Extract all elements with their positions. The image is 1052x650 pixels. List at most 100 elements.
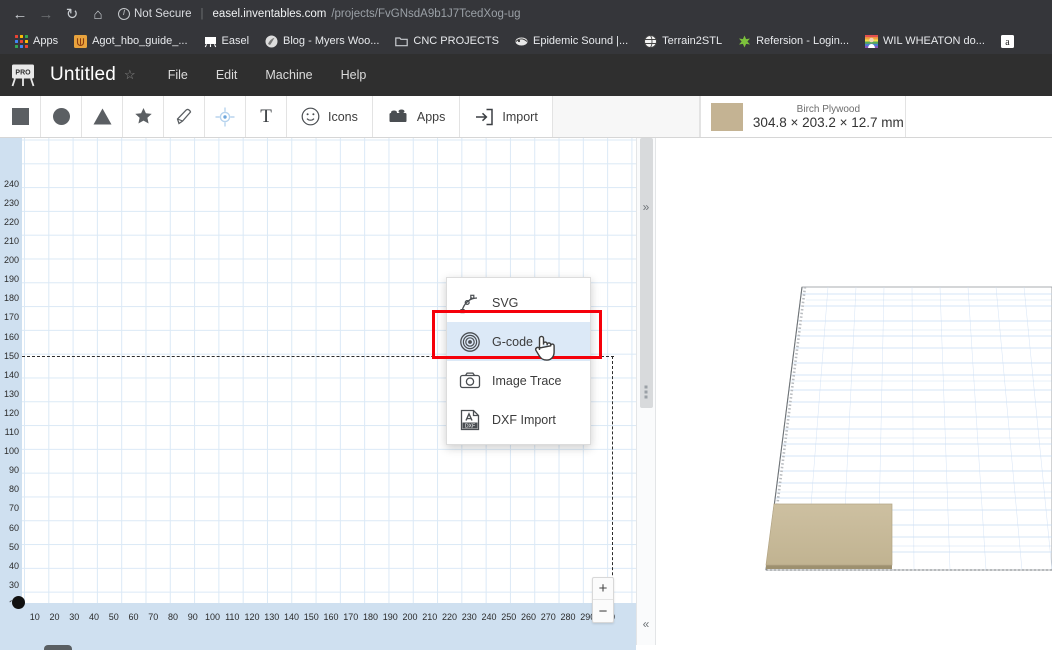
import-tool[interactable]: Import [460, 96, 553, 137]
icons-tool[interactable]: Icons [287, 96, 373, 137]
ruler-tick-v: 50 [8, 541, 19, 552]
app-header: PRO Untitled ☆ File Edit Machine Help [0, 54, 1052, 96]
bookmark-refersion[interactable]: Refersion - Login... [730, 30, 857, 52]
ruler-tick-h: 250 [501, 612, 517, 622]
ruler-tick-v: 130 [3, 388, 19, 399]
ruler-tick-h: 200 [402, 612, 418, 622]
import-menu-label: DXF Import [492, 412, 556, 427]
ruler-tick-v: 150 [3, 350, 19, 361]
import-menu-item-gcode[interactable]: G-code [447, 322, 590, 361]
collapse-preview-button[interactable]: « [637, 617, 655, 631]
ruler-tick-v: 240 [3, 178, 19, 189]
circle-icon [52, 108, 70, 125]
ruler-tick-h: 50 [108, 612, 119, 622]
bookmark-epidemic-sound[interactable]: Epidemic Sound |... [507, 30, 636, 52]
zoom-out-button[interactable]: − [593, 600, 613, 622]
import-menu-label: Image Trace [492, 373, 562, 388]
dxf-file-icon: DXF [460, 409, 480, 430]
star-tool[interactable] [123, 96, 164, 137]
ruler-tick-v: 100 [3, 446, 19, 457]
pane-divider[interactable]: » « [636, 138, 656, 645]
drill-tool[interactable] [205, 96, 246, 137]
bookmark-wil-wheaton[interactable]: WIL WHEATON do... [857, 30, 993, 52]
text-tool[interactable]: T [246, 96, 287, 137]
zoom-in-button[interactable]: + [593, 578, 613, 600]
triangle-tool[interactable] [82, 96, 123, 137]
canvas-scrollbar-thumb[interactable] [640, 138, 653, 408]
ruler-tick-h: 40 [88, 612, 100, 622]
material-slab[interactable] [765, 503, 893, 569]
material-swatch [710, 102, 743, 131]
origin-point[interactable] [12, 596, 25, 609]
material-info-chip[interactable]: Birch Plywood 304.8 × 203.2 × 12.7 mm [699, 96, 905, 137]
forward-icon[interactable]: → [34, 2, 58, 26]
ruler-tick-h: 60 [128, 612, 139, 622]
ruler-tick-v: 60 [8, 522, 19, 533]
menu-machine[interactable]: Machine [251, 62, 326, 88]
bottom-right-filler [636, 645, 1052, 650]
workspace: 240 230 220 210 200 190 180 170 160 150 140 130 120 1… [0, 138, 1052, 645]
address-bar[interactable]: Not Secure | easel.inventables.com/proje… [118, 3, 1044, 25]
bookmark-agot[interactable]: Agot_hbo_guide_... [66, 30, 195, 52]
browser-nav-bar: ← → ↻ ⌂ Not Secure | easel.inventables.c… [0, 0, 1052, 28]
ruler-tick-v: 220 [3, 216, 19, 227]
preview-scene[interactable] [656, 138, 1052, 645]
apps-tool[interactable]: Apps [372, 96, 461, 137]
import-menu-item-dxf[interactable]: DXF DXF Import [447, 400, 590, 439]
pen-tool[interactable] [164, 96, 205, 137]
favorite-star-icon[interactable]: ☆ [124, 67, 136, 83]
import-menu-item-svg[interactable]: SVG [447, 283, 590, 322]
bookmark-label: Easel [221, 35, 250, 47]
square-icon [11, 108, 29, 125]
bookmark-amazon[interactable]: a [993, 30, 1022, 52]
bookmark-apps[interactable]: Apps [7, 30, 66, 52]
bottom-strip [0, 645, 1052, 650]
divider-drag-handle[interactable] [644, 385, 648, 398]
ruler-tick-h: 140 [283, 612, 300, 622]
reload-icon[interactable]: ↻ [60, 2, 84, 26]
bookmark-easel[interactable]: Easel [196, 30, 258, 52]
square-tool[interactable] [0, 96, 41, 137]
ruler-tick-h: 220 [441, 612, 458, 622]
import-dropdown-menu[interactable]: SVG G-code Image Trace DXF DXF Import [446, 277, 591, 445]
menu-file[interactable]: File [154, 62, 202, 88]
logo-text: PRO [15, 70, 31, 77]
ruler-tick-v: 210 [3, 236, 19, 246]
ruler-tick-h: 230 [461, 612, 477, 622]
ruler-tick-h: 180 [362, 612, 379, 622]
import-menu-item-image-trace[interactable]: Image Trace [447, 361, 590, 400]
back-icon[interactable]: ← [8, 2, 32, 26]
home-icon[interactable]: ⌂ [86, 2, 110, 26]
bookmark-label: Apps [33, 35, 59, 47]
avatar-favicon [865, 34, 879, 48]
project-title[interactable]: Untitled [50, 64, 116, 86]
three-d-preview-pane[interactable] [656, 138, 1052, 645]
star-icon [134, 108, 152, 124]
horizontal-ruler: 10 20 30 40 50 60 70 80 90 100 110 120 130 140 150 160 1… [0, 603, 636, 645]
bookmark-blog[interactable]: Blog - Myers Woo... [257, 30, 387, 52]
vertical-ruler: 240 230 220 210 200 190 180 170 160 150 140 130 120 1… [0, 138, 22, 645]
apps-grid-icon [15, 34, 28, 48]
expand-preview-button[interactable]: » [637, 200, 655, 214]
bookmark-label: CNC PROJECTS [413, 35, 499, 47]
menu-edit[interactable]: Edit [202, 62, 252, 88]
ruler-tick-v: 70 [8, 503, 19, 514]
easel-pro-logo-icon[interactable]: PRO [10, 63, 36, 87]
bookmark-terrain2stl[interactable]: Terrain2STL [636, 30, 730, 52]
ruler-tick-v: 110 [4, 427, 19, 437]
omnibox-separator: | [200, 8, 204, 20]
security-status[interactable]: Not Secure [118, 7, 192, 20]
bookmark-cnc-projects[interactable]: CNC PROJECTS [387, 30, 507, 52]
ruler-tick-v: 180 [3, 293, 19, 304]
apps-label: Apps [416, 109, 446, 124]
menu-help[interactable]: Help [327, 62, 381, 88]
bottom-object-handle[interactable] [44, 645, 72, 650]
bookmark-label: WIL WHEATON do... [883, 35, 985, 47]
target-crosshair-icon [215, 107, 235, 126]
circle-tool[interactable] [41, 96, 82, 137]
ruler-tick-v: 230 [3, 197, 19, 208]
amazon-favicon: a [1000, 34, 1014, 48]
url-path: /projects/FvGNsdA9b1J7TcedXog-ug [331, 8, 521, 20]
toolbar-spacer [552, 96, 700, 137]
ruler-tick-v: 90 [8, 465, 19, 476]
